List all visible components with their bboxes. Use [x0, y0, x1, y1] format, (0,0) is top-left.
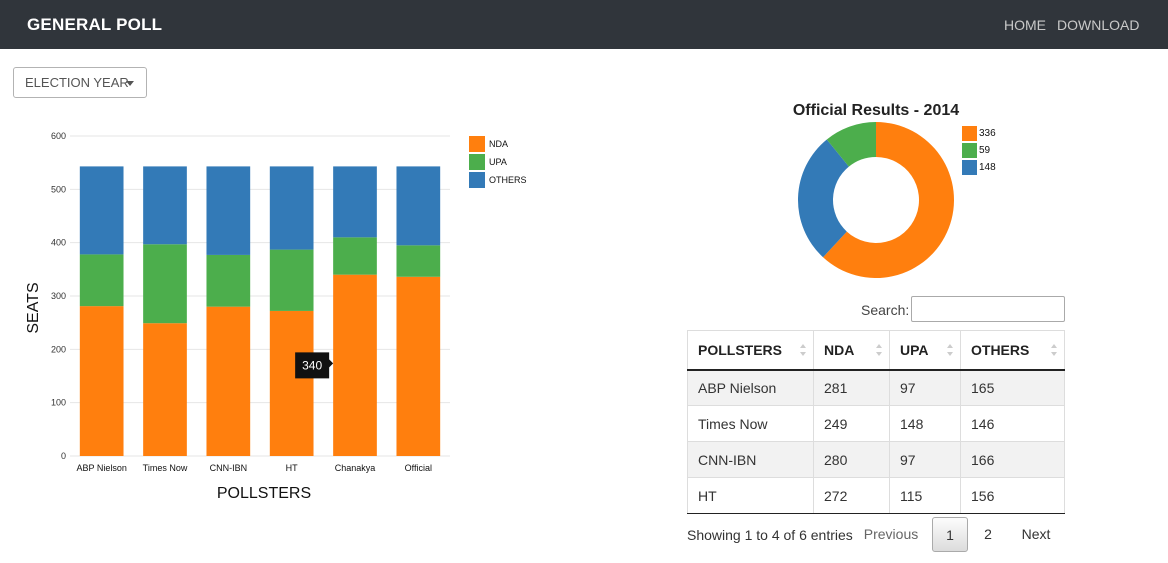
bar-upa	[269, 249, 314, 311]
y-axis-title: SEATS	[25, 282, 42, 333]
bar-others	[143, 166, 187, 245]
legend-label-upa: UPA	[489, 157, 507, 167]
sort-icon	[947, 344, 954, 356]
table-row: CNN-IBN 280 97 166	[687, 441, 1065, 478]
brand-title[interactable]: GENERAL POLL	[27, 15, 162, 35]
column-header-pollsters[interactable]: POLLSTERS	[687, 330, 814, 371]
tooltip-text: 340	[302, 358, 322, 372]
caret-down-icon	[126, 81, 134, 86]
election-year-dropdown[interactable]: ELECTION YEAR	[13, 67, 147, 98]
cell-pollster: Times Now	[687, 405, 814, 442]
column-header-upa[interactable]: UPA	[889, 330, 961, 371]
cell-pollster: CNN-IBN	[687, 441, 814, 478]
nav-download-link[interactable]: DOWNLOAD	[1057, 17, 1139, 33]
donut-chart: Official Results - 2014 336 59 148	[793, 102, 996, 278]
cell-others: 156	[960, 477, 1065, 514]
pagination-next-button[interactable]: Next	[1013, 517, 1059, 552]
table-row: Times Now 249 148 146	[687, 405, 1065, 442]
cell-nda: 272	[813, 477, 890, 514]
navbar: GENERAL POLL HOME DOWNLOAD	[0, 0, 1168, 49]
cell-others: 166	[960, 441, 1065, 478]
sort-icon	[1051, 344, 1058, 356]
donut-legend-label: 148	[979, 162, 996, 173]
donut-legend-swatch	[962, 143, 977, 158]
x-axis-title: POLLSTERS	[217, 485, 311, 502]
results-table: POLLSTERS NDA UPA OTHERS ABP Nielson 281…	[687, 330, 1065, 514]
bar-upa	[333, 237, 377, 275]
pagination-previous-button[interactable]: Previous	[856, 517, 926, 552]
y-tick-label: 600	[51, 131, 66, 141]
bar-nda	[396, 276, 441, 456]
bar-nda	[333, 274, 377, 456]
table-row: HT 272 115 156	[687, 477, 1065, 514]
search-input[interactable]	[911, 296, 1065, 322]
donut-legend-swatch	[962, 160, 977, 175]
x-tick-label: CNN-IBN	[210, 463, 248, 473]
cell-upa: 148	[889, 405, 961, 442]
donut-legend-label: 336	[979, 128, 996, 139]
bar-others	[396, 166, 441, 246]
table-row: ABP Nielson 281 97 165	[687, 369, 1065, 406]
bar-others	[79, 166, 124, 255]
bar-nda	[206, 306, 251, 456]
donut-title: Official Results - 2014	[793, 102, 959, 119]
bar-others	[206, 166, 251, 255]
cell-nda: 280	[813, 441, 890, 478]
cell-pollster: ABP Nielson	[687, 369, 814, 406]
x-tick-label: Times Now	[143, 463, 188, 473]
bar-upa	[206, 254, 251, 307]
bar-upa	[396, 245, 441, 277]
cell-upa: 97	[889, 441, 961, 478]
sort-icon	[876, 344, 883, 356]
search-label: Search:	[861, 302, 910, 318]
x-tick-label: HT	[286, 463, 298, 473]
column-header-others[interactable]: OTHERS	[960, 330, 1065, 371]
pagination-page-1-button[interactable]: 1	[932, 517, 968, 552]
election-year-label: ELECTION YEAR	[25, 75, 129, 90]
bar-others	[333, 166, 377, 238]
cell-pollster: HT	[687, 477, 814, 514]
y-tick-label: 400	[51, 238, 66, 248]
cell-nda: 249	[813, 405, 890, 442]
bar-upa	[143, 244, 187, 324]
table-header-row: POLLSTERS NDA UPA OTHERS	[687, 330, 1065, 371]
y-tick-label: 200	[51, 344, 66, 354]
cell-others: 146	[960, 405, 1065, 442]
legend-swatch-others	[469, 172, 485, 188]
pagination-page-2-button[interactable]: 2	[974, 517, 1002, 552]
tooltip: 340	[295, 352, 334, 379]
bar-nda	[269, 310, 314, 456]
donut-legend-swatch	[962, 126, 977, 141]
y-tick-label: 100	[51, 398, 66, 408]
bar-nda	[143, 323, 187, 456]
legend-label-nda: NDA	[489, 139, 508, 149]
legend-swatch-nda	[469, 136, 485, 152]
legend-label-others: OTHERS	[489, 175, 527, 185]
y-tick-label: 500	[51, 184, 66, 194]
donut-legend-label: 59	[979, 145, 991, 156]
x-tick-label: Chanakya	[335, 463, 376, 473]
table-info: Showing 1 to 4 of 6 entries	[687, 527, 853, 543]
y-tick-label: 300	[51, 291, 66, 301]
cell-others: 165	[960, 369, 1065, 406]
column-header-nda[interactable]: NDA	[813, 330, 890, 371]
bar-upa	[79, 254, 124, 307]
cell-nda: 281	[813, 369, 890, 406]
legend-swatch-upa	[469, 154, 485, 170]
y-tick-label: 0	[61, 451, 66, 461]
sort-icon	[800, 344, 807, 356]
x-tick-label: Official	[405, 463, 432, 473]
cell-upa: 97	[889, 369, 961, 406]
stacked-bar-chart: 0 100 200 300 400 500 600 ABP Nielson Times Now C…	[25, 131, 527, 502]
nav-home-link[interactable]: HOME	[1004, 17, 1046, 33]
bar-nda	[79, 306, 124, 456]
bar-others	[269, 166, 314, 250]
x-tick-label: ABP Nielson	[76, 463, 126, 473]
cell-upa: 115	[889, 477, 961, 514]
